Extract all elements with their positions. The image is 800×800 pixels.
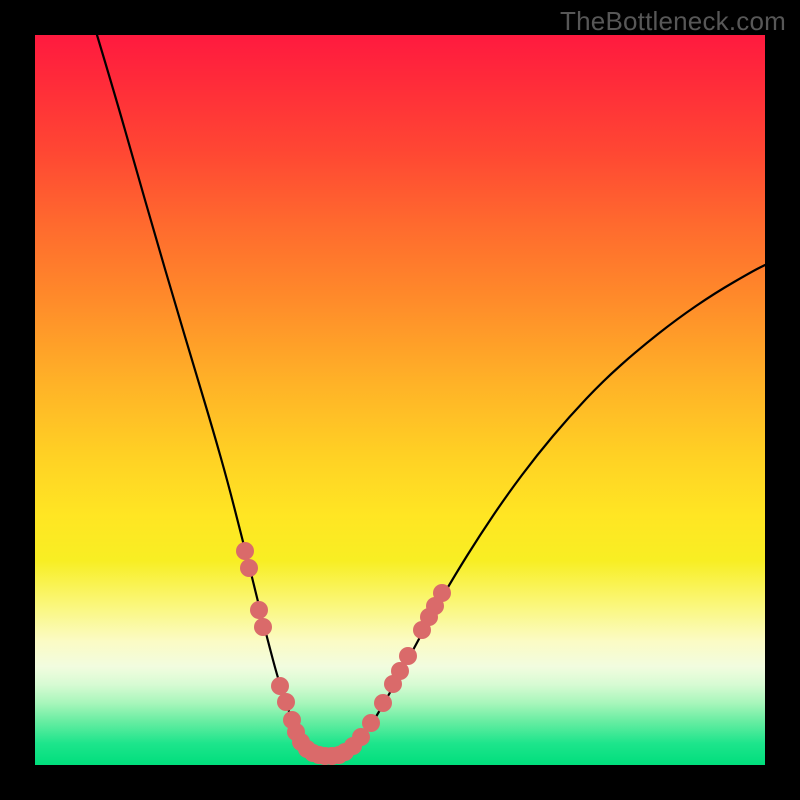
bead — [271, 677, 289, 695]
bead — [240, 559, 258, 577]
bead-group — [236, 542, 451, 765]
bead — [433, 584, 451, 602]
bead — [250, 601, 268, 619]
bead — [399, 647, 417, 665]
bead — [236, 542, 254, 560]
curve-layer — [35, 35, 765, 765]
bead — [362, 714, 380, 732]
bead — [254, 618, 272, 636]
bead — [277, 693, 295, 711]
curve-right — [345, 265, 765, 755]
bead — [374, 694, 392, 712]
plot-area — [35, 35, 765, 765]
curve-left — [97, 35, 313, 755]
watermark-text: TheBottleneck.com — [560, 6, 786, 37]
outer-frame: TheBottleneck.com — [0, 0, 800, 800]
